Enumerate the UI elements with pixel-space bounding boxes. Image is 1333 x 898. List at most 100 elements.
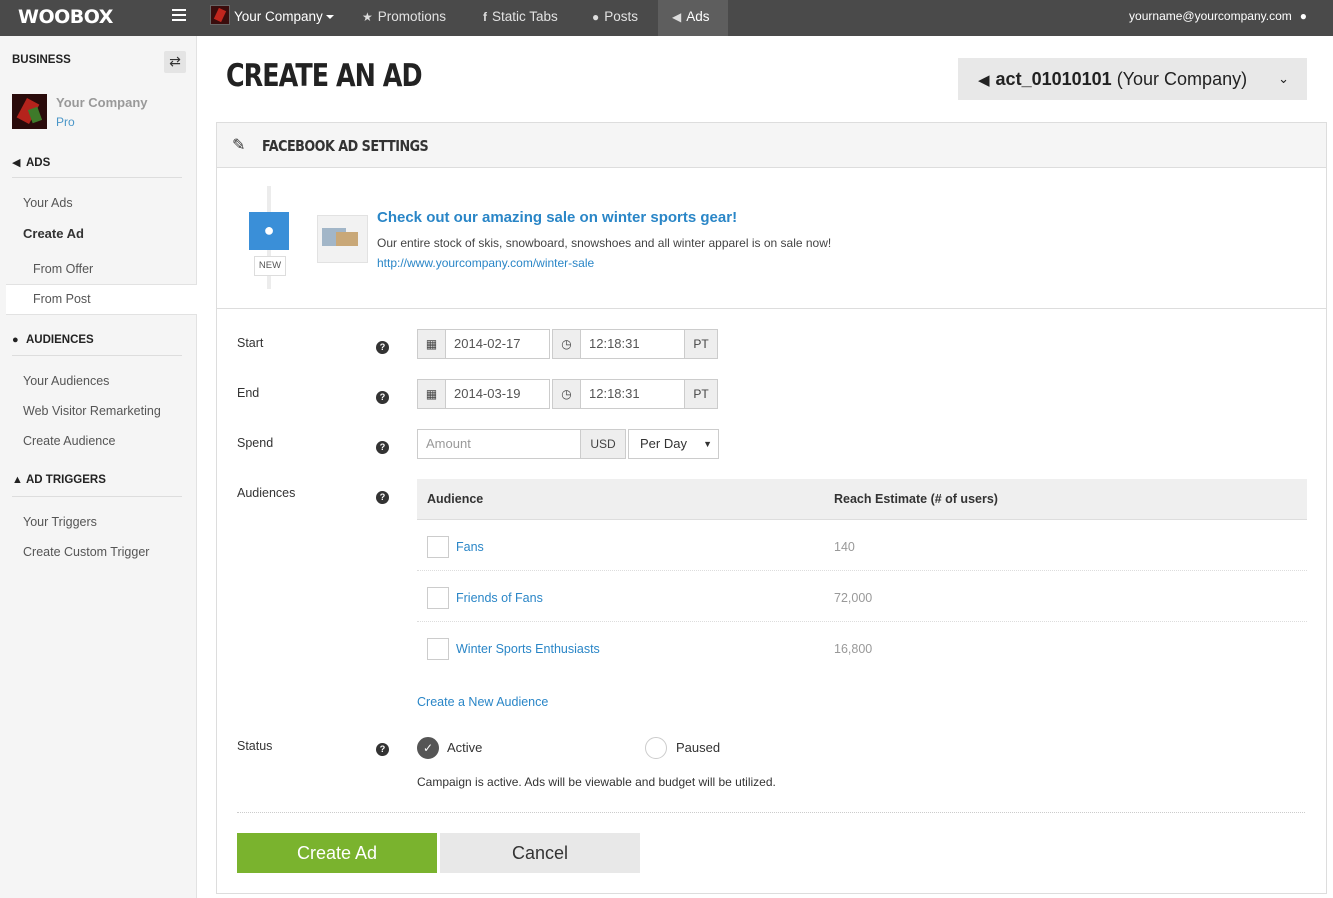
facebook-ad-settings-panel: ✎ FACEBOOK AD SETTINGS ● NEW Check out o…	[216, 122, 1327, 894]
nav-static-tabs-label: Static Tabs	[492, 9, 558, 24]
end-date-input[interactable]: 2014-03-19	[445, 379, 550, 409]
sidebar-section-ads: ◀ ADS	[12, 156, 50, 169]
sidebar-item-your-triggers[interactable]: Your Triggers	[23, 515, 97, 529]
audience-reach: 72,000	[834, 591, 873, 605]
currency-addon: USD	[580, 429, 626, 459]
sidebar-section-ads-label: ADS	[26, 157, 51, 169]
help-icon[interactable]: ?	[376, 743, 389, 756]
sidebar-plan-link[interactable]: Pro	[56, 115, 75, 129]
amount-input[interactable]: Amount	[417, 429, 581, 459]
caret-down-icon: ▼	[703, 439, 712, 449]
woobox-logo[interactable]: WOOBOX	[18, 6, 113, 28]
sidebar-item-from-post[interactable]: From Post	[33, 292, 91, 306]
start-time-input[interactable]: 12:18:31	[580, 329, 685, 359]
nav-static-tabs[interactable]: f Static Tabs	[483, 0, 558, 36]
page-title: CREATE AN AD	[226, 58, 423, 94]
sidebar-item-create-ad[interactable]: Create Ad	[23, 226, 84, 241]
col-audience: Audience	[427, 492, 484, 506]
table-row: Friends of Fans 72,000	[417, 571, 1307, 622]
user-menu[interactable]: yourname@yourcompany.com ●	[1129, 0, 1307, 36]
nav-ads-label: Ads	[686, 9, 710, 24]
end-timezone: PT	[684, 379, 718, 409]
sidebar-section-audiences-label: AUDIENCES	[26, 334, 94, 346]
caret-down-icon	[325, 15, 334, 20]
status-paused-radio[interactable]	[645, 737, 667, 759]
post-title-link[interactable]: Check out our amazing sale on winter spo…	[377, 209, 737, 226]
top-navbar: WOOBOX Your Company ★ Promotions f Static …	[0, 0, 1333, 36]
sidebar-divider	[12, 177, 182, 178]
start-timezone: PT	[684, 329, 718, 359]
audience-name-link[interactable]: Friends of Fans	[456, 591, 543, 605]
switch-business-icon[interactable]: ⇄	[164, 51, 186, 73]
audience-name-link[interactable]: Fans	[456, 540, 484, 554]
sidebar-section-audiences: ● AUDIENCES	[12, 334, 94, 346]
cancel-button[interactable]: Cancel	[440, 833, 640, 873]
end-time-input[interactable]: 12:18:31	[580, 379, 685, 409]
megaphone-icon: ◀	[978, 72, 990, 89]
create-new-audience-link[interactable]: Create a New Audience	[417, 695, 548, 709]
help-icon[interactable]: ?	[376, 341, 389, 354]
status-active-label: Active	[447, 740, 483, 755]
panel-divider	[217, 308, 1326, 309]
megaphone-icon: ◀	[12, 157, 21, 169]
status-note: Campaign is active. Ads will be viewable…	[417, 775, 776, 789]
sidebar-section-triggers-label: AD TRIGGERS	[26, 474, 106, 486]
audience-checkbox[interactable]	[427, 638, 449, 660]
audience-checkbox[interactable]	[427, 536, 449, 558]
post-url-link[interactable]: http://www.yourcompany.com/winter-sale	[377, 256, 594, 270]
user-email: yourname@yourcompany.com	[1129, 9, 1292, 23]
create-ad-button[interactable]: Create Ad	[237, 833, 437, 873]
form-divider	[237, 812, 1305, 813]
user-icon: ●	[1299, 9, 1307, 23]
table-row: Fans 140	[417, 520, 1307, 571]
chevron-down-icon: ⌄	[1278, 71, 1289, 86]
hamburger-menu-icon[interactable]	[172, 9, 186, 21]
panel-header: ✎ FACEBOOK AD SETTINGS	[217, 123, 1326, 168]
audience-checkbox[interactable]	[427, 587, 449, 609]
sidebar-section-ad-triggers: ▲ AD TRIGGERS	[12, 474, 106, 486]
sidebar-item-create-custom-trigger[interactable]: Create Custom Trigger	[23, 545, 149, 559]
audience-name-link[interactable]: Winter Sports Enthusiasts	[456, 642, 600, 656]
start-label: Start	[237, 336, 264, 350]
sidebar-item-web-visitor-remarketing[interactable]: Web Visitor Remarketing	[23, 404, 161, 418]
company-switcher-label: Your Company	[234, 9, 323, 24]
status-paused-label: Paused	[676, 740, 721, 755]
nav-posts-label: Posts	[604, 9, 639, 24]
sidebar-business-heading: BUSINESS	[12, 54, 71, 66]
nav-promotions-label: Promotions	[377, 9, 447, 24]
comment-icon: ●	[249, 212, 289, 250]
help-icon[interactable]: ?	[376, 391, 389, 404]
ad-account-dropdown[interactable]: ◀ act_01010101 (Your Company) ⌄	[958, 58, 1307, 100]
sidebar-item-create-audience[interactable]: Create Audience	[23, 434, 115, 448]
col-reach-estimate: Reach Estimate (# of users)	[834, 492, 998, 506]
edit-icon: ✎	[232, 137, 246, 154]
start-date-input[interactable]: 2014-02-17	[445, 329, 550, 359]
calendar-icon[interactable]: ▦	[417, 329, 446, 359]
user-icon: ●	[12, 334, 19, 346]
sidebar-item-from-offer[interactable]: From Offer	[33, 262, 93, 276]
sidebar-item-your-audiences[interactable]: Your Audiences	[23, 374, 109, 388]
nav-posts[interactable]: ● Posts	[592, 0, 638, 36]
account-name: (Your Company)	[1116, 69, 1248, 89]
sidebar-divider	[12, 496, 182, 497]
status-active-radio[interactable]: ✓	[417, 737, 439, 759]
panel-title: FACEBOOK AD SETTINGS	[262, 137, 429, 155]
help-icon[interactable]: ?	[376, 441, 389, 454]
company-switcher[interactable]: Your Company	[210, 0, 334, 36]
sidebar-item-your-ads[interactable]: Your Ads	[23, 196, 73, 210]
help-icon[interactable]: ?	[376, 491, 389, 504]
status-label: Status	[237, 739, 273, 753]
end-label: End	[237, 386, 260, 400]
spend-period-select[interactable]: Per Day ▼	[628, 429, 719, 459]
nav-promotions[interactable]: ★ Promotions	[362, 0, 446, 36]
table-row: Winter Sports Enthusiasts 16,800	[417, 622, 1307, 673]
clock-icon[interactable]: ◷	[552, 379, 581, 409]
nav-ads[interactable]: ◀ Ads	[658, 0, 728, 36]
audience-reach: 16,800	[834, 642, 873, 656]
star-icon: ★	[362, 10, 373, 24]
calendar-icon[interactable]: ▦	[417, 379, 446, 409]
sidebar-company-name: Your Company	[56, 95, 148, 110]
account-id: act_01010101	[995, 69, 1112, 89]
clock-icon[interactable]: ◷	[552, 329, 581, 359]
company-thumbnail	[210, 5, 230, 26]
